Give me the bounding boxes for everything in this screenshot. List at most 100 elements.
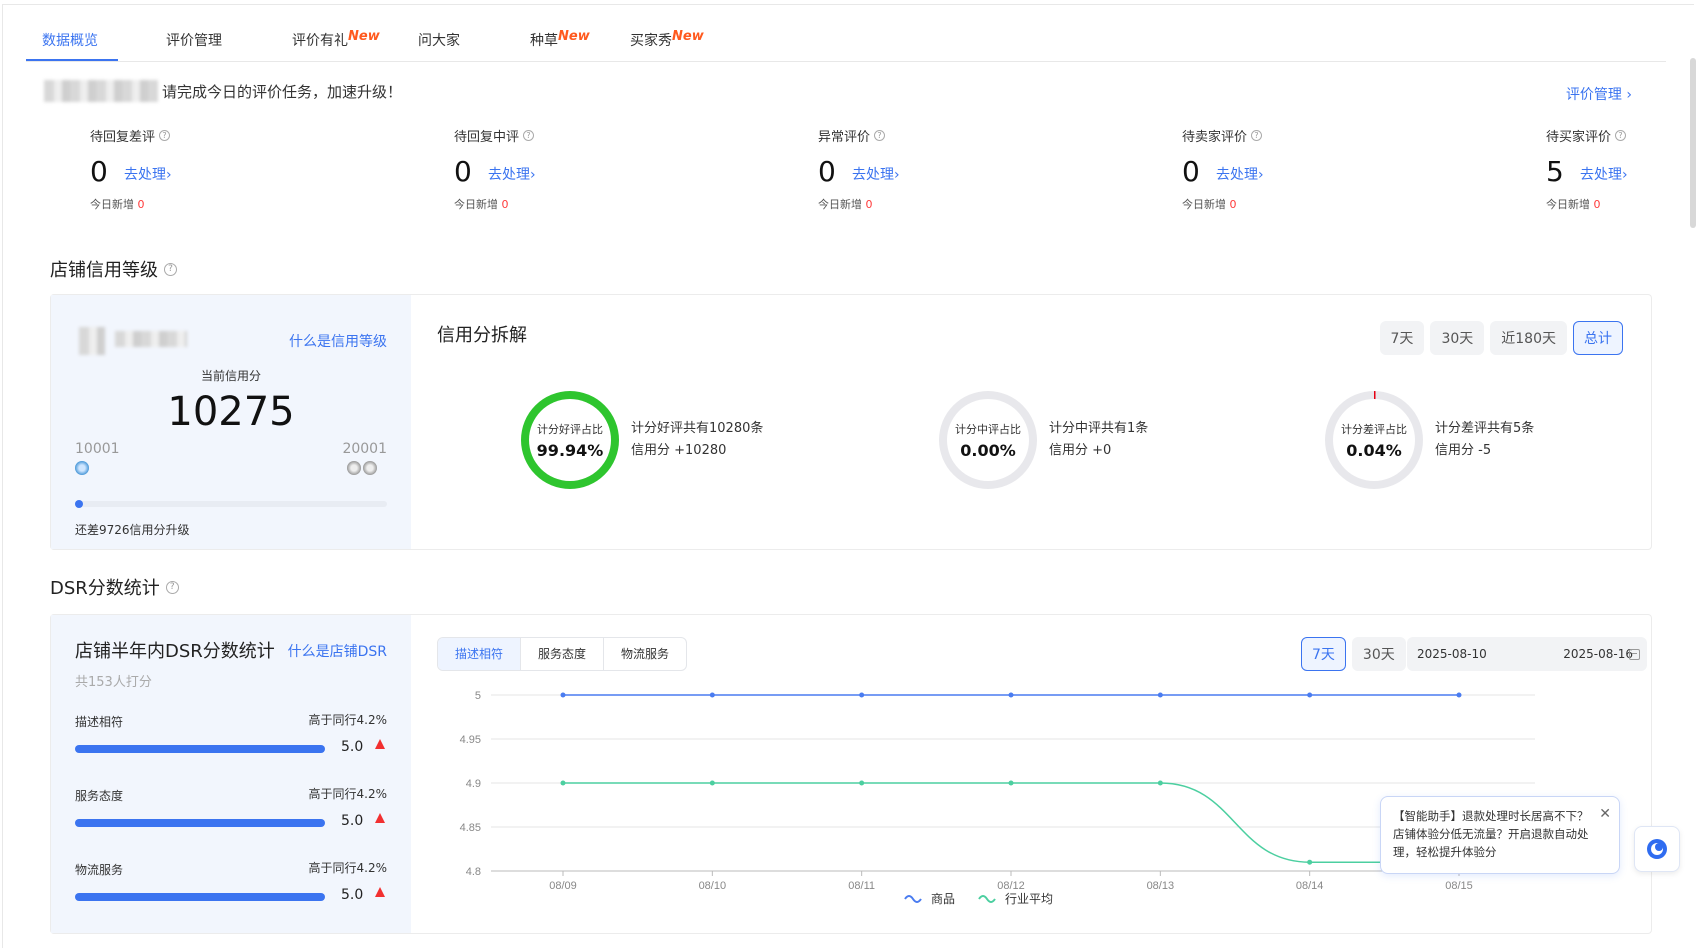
dsr-row-label: 服务态度 (75, 789, 124, 803)
tooltip-text: 【智能助手】退款处理时长居高不下？店铺体验分低无流量？开启退款自动处理，轻松提升… (1393, 809, 1589, 859)
scrollbar[interactable] (1690, 58, 1696, 228)
range-7d-button[interactable]: 7天 (1379, 321, 1425, 355)
today-count: 0 (1229, 198, 1237, 211)
help-icon[interactable]: ? (164, 262, 177, 276)
tab-review-management[interactable]: 评价管理 (166, 30, 222, 50)
ring-count-text: 计分差评共有5条 (1435, 421, 1535, 436)
dsr-score-bar (75, 745, 325, 753)
range-180d-button[interactable]: 近180天 (1490, 321, 1567, 355)
x-tick-label: 08/10 (699, 880, 727, 892)
blurred-shop-name (115, 331, 187, 347)
todo-label: 待卖家评价 (1182, 130, 1248, 145)
range-7d-button[interactable]: 7天 (1301, 637, 1346, 671)
tab-label: 问大家 (418, 33, 460, 49)
dsr-row-compare: 高于同行4.2% (308, 787, 388, 801)
dsr-row-value: 5.0 (341, 739, 364, 755)
section-title-text: 店铺信用等级 (50, 260, 158, 281)
tab-logistics-service[interactable]: 物流服务 (604, 638, 686, 670)
todo-count: 5 (1546, 155, 1564, 188)
x-tick-label: 08/15 (1445, 880, 1473, 892)
dsr-row-compare: 高于同行4.2% (308, 713, 388, 727)
y-tick-label: 4.95 (460, 734, 481, 746)
calendar-icon[interactable] (1629, 649, 1640, 660)
up-arrow-icon (375, 739, 385, 749)
what-is-dsr-link[interactable]: 什么是店铺DSR (288, 641, 387, 661)
ring-label: 计分差评占比 (1341, 422, 1407, 436)
dsr-row-compare: 高于同行4.2% (308, 861, 388, 875)
x-tick-label: 08/09 (549, 880, 577, 892)
help-icon[interactable]: ? (165, 580, 179, 594)
dsr-row-label: 描述相符 (75, 715, 124, 729)
process-link[interactable]: 去处理› (1216, 164, 1264, 188)
help-icon[interactable]: ? (523, 130, 535, 141)
range-total-button[interactable]: 总计 (1573, 321, 1623, 355)
ring-percent: 0.04% (1346, 440, 1402, 460)
dsr-score-bar (75, 819, 325, 827)
data-point (1307, 859, 1313, 865)
avatar (79, 327, 105, 355)
ring-percent: 99.94% (536, 440, 604, 460)
data-point (1307, 692, 1313, 698)
ring-count-text: 计分中评共有1条 (1049, 421, 1149, 436)
tab-label: 评价有礼 (292, 33, 348, 49)
today-label: 今日新增 (1182, 198, 1226, 211)
data-point (709, 692, 715, 698)
smart-assistant-tooltip: 【智能助手】退款处理时长居高不下？店铺体验分低无流量？开启退款自动处理，轻松提升… (1380, 796, 1620, 874)
section-title-text: DSR分数统计 (50, 578, 160, 599)
smart-assistant-button[interactable] (1634, 826, 1680, 872)
end-date: 2025-08-16 (1563, 647, 1633, 661)
dsr-panel: 店铺半年内DSR分数统计 什么是店铺DSR 共153人打分 描述相符 高于同行4… (50, 614, 1652, 934)
process-link[interactable]: 去处理› (488, 164, 536, 188)
todo-count: 0 (818, 155, 836, 188)
up-arrow-icon (375, 813, 385, 823)
today-count: 0 (1593, 198, 1601, 211)
tab-description-match[interactable]: 描述相符 (438, 638, 522, 670)
data-point (1456, 692, 1462, 698)
bad-ratio-ring: 计分差评占比 0.04% (1325, 391, 1423, 489)
dsr-range-selector: 7天 30天 (1301, 637, 1406, 671)
today-count: 0 (501, 198, 509, 211)
tab-buyer-show[interactable]: 买家秀New (630, 29, 704, 50)
date-range-picker[interactable]: 2025-08-10 2025-08-16 (1407, 637, 1647, 671)
today-label: 今日新增 (454, 198, 498, 211)
tab-service-attitude[interactable]: 服务态度 (521, 638, 605, 670)
neutral-ratio-block: 计分中评占比 0.00% 计分中评共有1条 信用分 +0 (939, 391, 1148, 489)
process-link[interactable]: 去处理› (124, 164, 172, 188)
dsr-metric-tabs: 描述相符 服务态度 物流服务 (437, 637, 688, 671)
blurred-shop-name (44, 80, 158, 102)
process-link[interactable]: 去处理› (852, 164, 900, 188)
task-notice: 请完成今日的评价任务，加速升级！ (44, 80, 402, 102)
dsr-row-description: 描述相符 高于同行4.2% 5.0 (75, 711, 388, 755)
tab-seeding[interactable]: 种草New (530, 29, 590, 50)
todo-label: 待买家评价 (1546, 130, 1612, 145)
tab-ask-everyone[interactable]: 问大家 (418, 30, 460, 50)
x-tick-label: 08/14 (1296, 880, 1324, 892)
neutral-ratio-ring: 计分中评占比 0.00% (939, 391, 1037, 489)
help-icon[interactable]: ? (1251, 130, 1263, 141)
help-icon[interactable]: ? (159, 130, 171, 141)
current-credit-label: 当前信用分 (200, 369, 261, 383)
help-icon[interactable]: ? (1615, 130, 1627, 141)
y-tick-label: 5 (475, 690, 481, 702)
close-icon[interactable]: ✕ (1599, 805, 1611, 823)
legend-swatch (978, 895, 996, 903)
good-ratio-ring: 计分好评占比 99.94% (521, 391, 619, 489)
what-is-credit-link[interactable]: 什么是信用等级 (289, 331, 387, 351)
y-tick-label: 4.8 (466, 866, 481, 878)
credit-min: 10001 (75, 441, 120, 457)
range-30d-button[interactable]: 30天 (1351, 637, 1406, 671)
tab-review-gift[interactable]: 评价有礼New (292, 29, 380, 50)
review-management-link[interactable]: 评价管理 › (1566, 84, 1632, 104)
help-icon[interactable]: ? (874, 130, 886, 141)
today-count: 0 (137, 198, 145, 211)
process-link[interactable]: 去处理› (1580, 164, 1628, 188)
data-point (1157, 692, 1163, 698)
dsr-row-logistics: 物流服务 高于同行4.2% 5.0 (75, 859, 388, 903)
next-level-badge-icon (347, 461, 361, 475)
range-30d-button[interactable]: 30天 (1430, 321, 1485, 355)
dsr-row-service: 服务态度 高于同行4.2% 5.0 (75, 785, 388, 829)
ring-count-text: 计分好评共有10280条 (631, 421, 764, 436)
today-label: 今日新增 (818, 198, 862, 211)
todo-card: 待卖家评价? 0 去处理› 今日新增 0 (1182, 126, 1382, 212)
tab-data-overview[interactable]: 数据概览 (42, 30, 98, 50)
